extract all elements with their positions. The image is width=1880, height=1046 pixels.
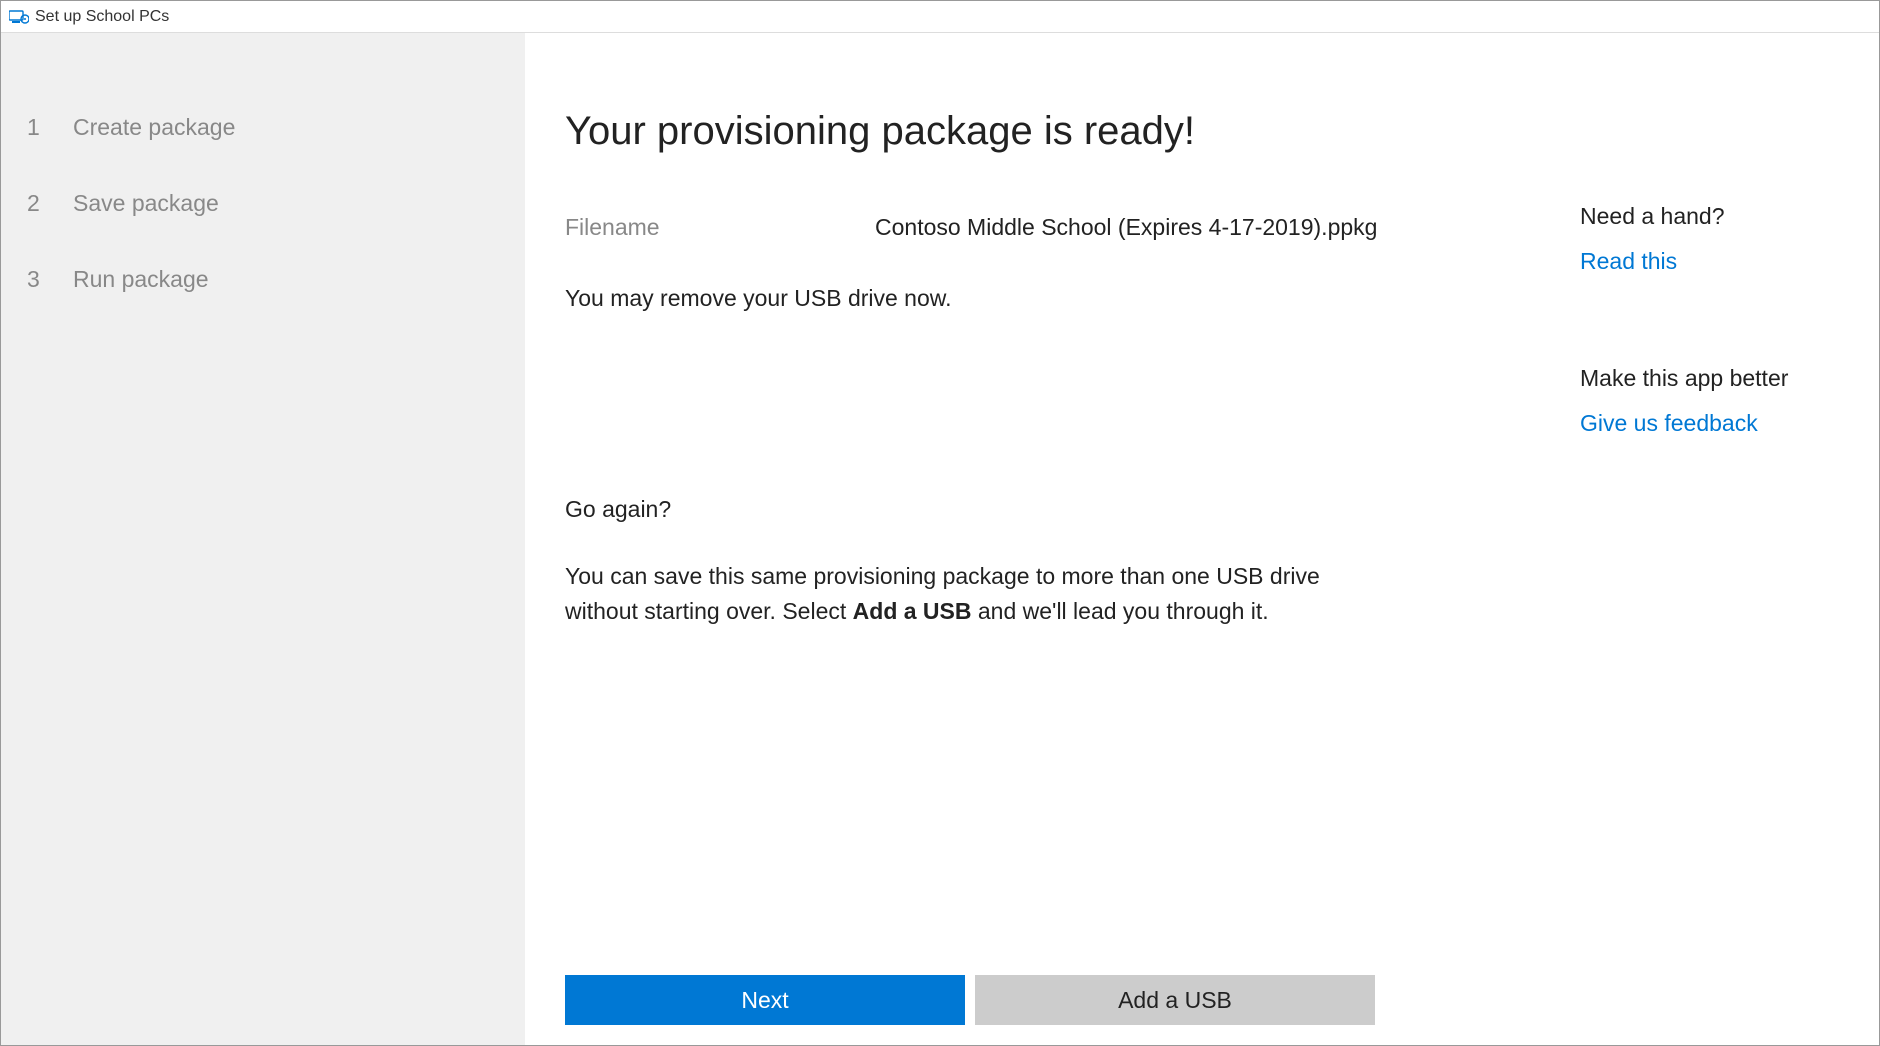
sidebar-item-label: Run package [73, 266, 209, 293]
button-row: Next Add a USB [565, 975, 1375, 1025]
add-usb-button[interactable]: Add a USB [975, 975, 1375, 1025]
titlebar-title: Set up School PCs [35, 8, 169, 26]
filename-row: Filename Contoso Middle School (Expires … [565, 214, 1560, 241]
right-panel: Need a hand? Read this Make this app bet… [1560, 109, 1788, 1045]
sidebar-item-save-package[interactable]: 2 Save package [27, 165, 525, 241]
go-again-text-bold: Add a USB [853, 598, 972, 624]
go-again-heading: Go again? [565, 496, 1560, 523]
sidebar-item-create-package[interactable]: 1 Create package [27, 89, 525, 165]
go-again-text-post: and we'll lead you through it. [972, 598, 1269, 624]
app-icon [9, 9, 29, 25]
help-heading: Need a hand? [1580, 203, 1788, 230]
give-feedback-link[interactable]: Give us feedback [1580, 410, 1788, 437]
filename-label: Filename [565, 214, 875, 241]
page-title: Your provisioning package is ready! [565, 109, 1560, 154]
main-content: Your provisioning package is ready! File… [525, 33, 1879, 1045]
filename-value: Contoso Middle School (Expires 4-17-2019… [875, 214, 1377, 241]
feedback-heading: Make this app better [1580, 365, 1788, 392]
read-this-link[interactable]: Read this [1580, 248, 1788, 275]
sidebar-item-run-package[interactable]: 3 Run package [27, 241, 525, 317]
remove-usb-message: You may remove your USB drive now. [565, 281, 1560, 316]
next-button[interactable]: Next [565, 975, 965, 1025]
go-again-text: You can save this same provisioning pack… [565, 559, 1395, 630]
sidebar-item-label: Create package [73, 114, 235, 141]
sidebar-item-label: Save package [73, 190, 219, 217]
titlebar: Set up School PCs [1, 1, 1879, 33]
sidebar-step-number: 3 [27, 266, 45, 293]
sidebar: 1 Create package 2 Save package 3 Run pa… [1, 33, 525, 1045]
sidebar-step-number: 1 [27, 114, 45, 141]
sidebar-step-number: 2 [27, 190, 45, 217]
